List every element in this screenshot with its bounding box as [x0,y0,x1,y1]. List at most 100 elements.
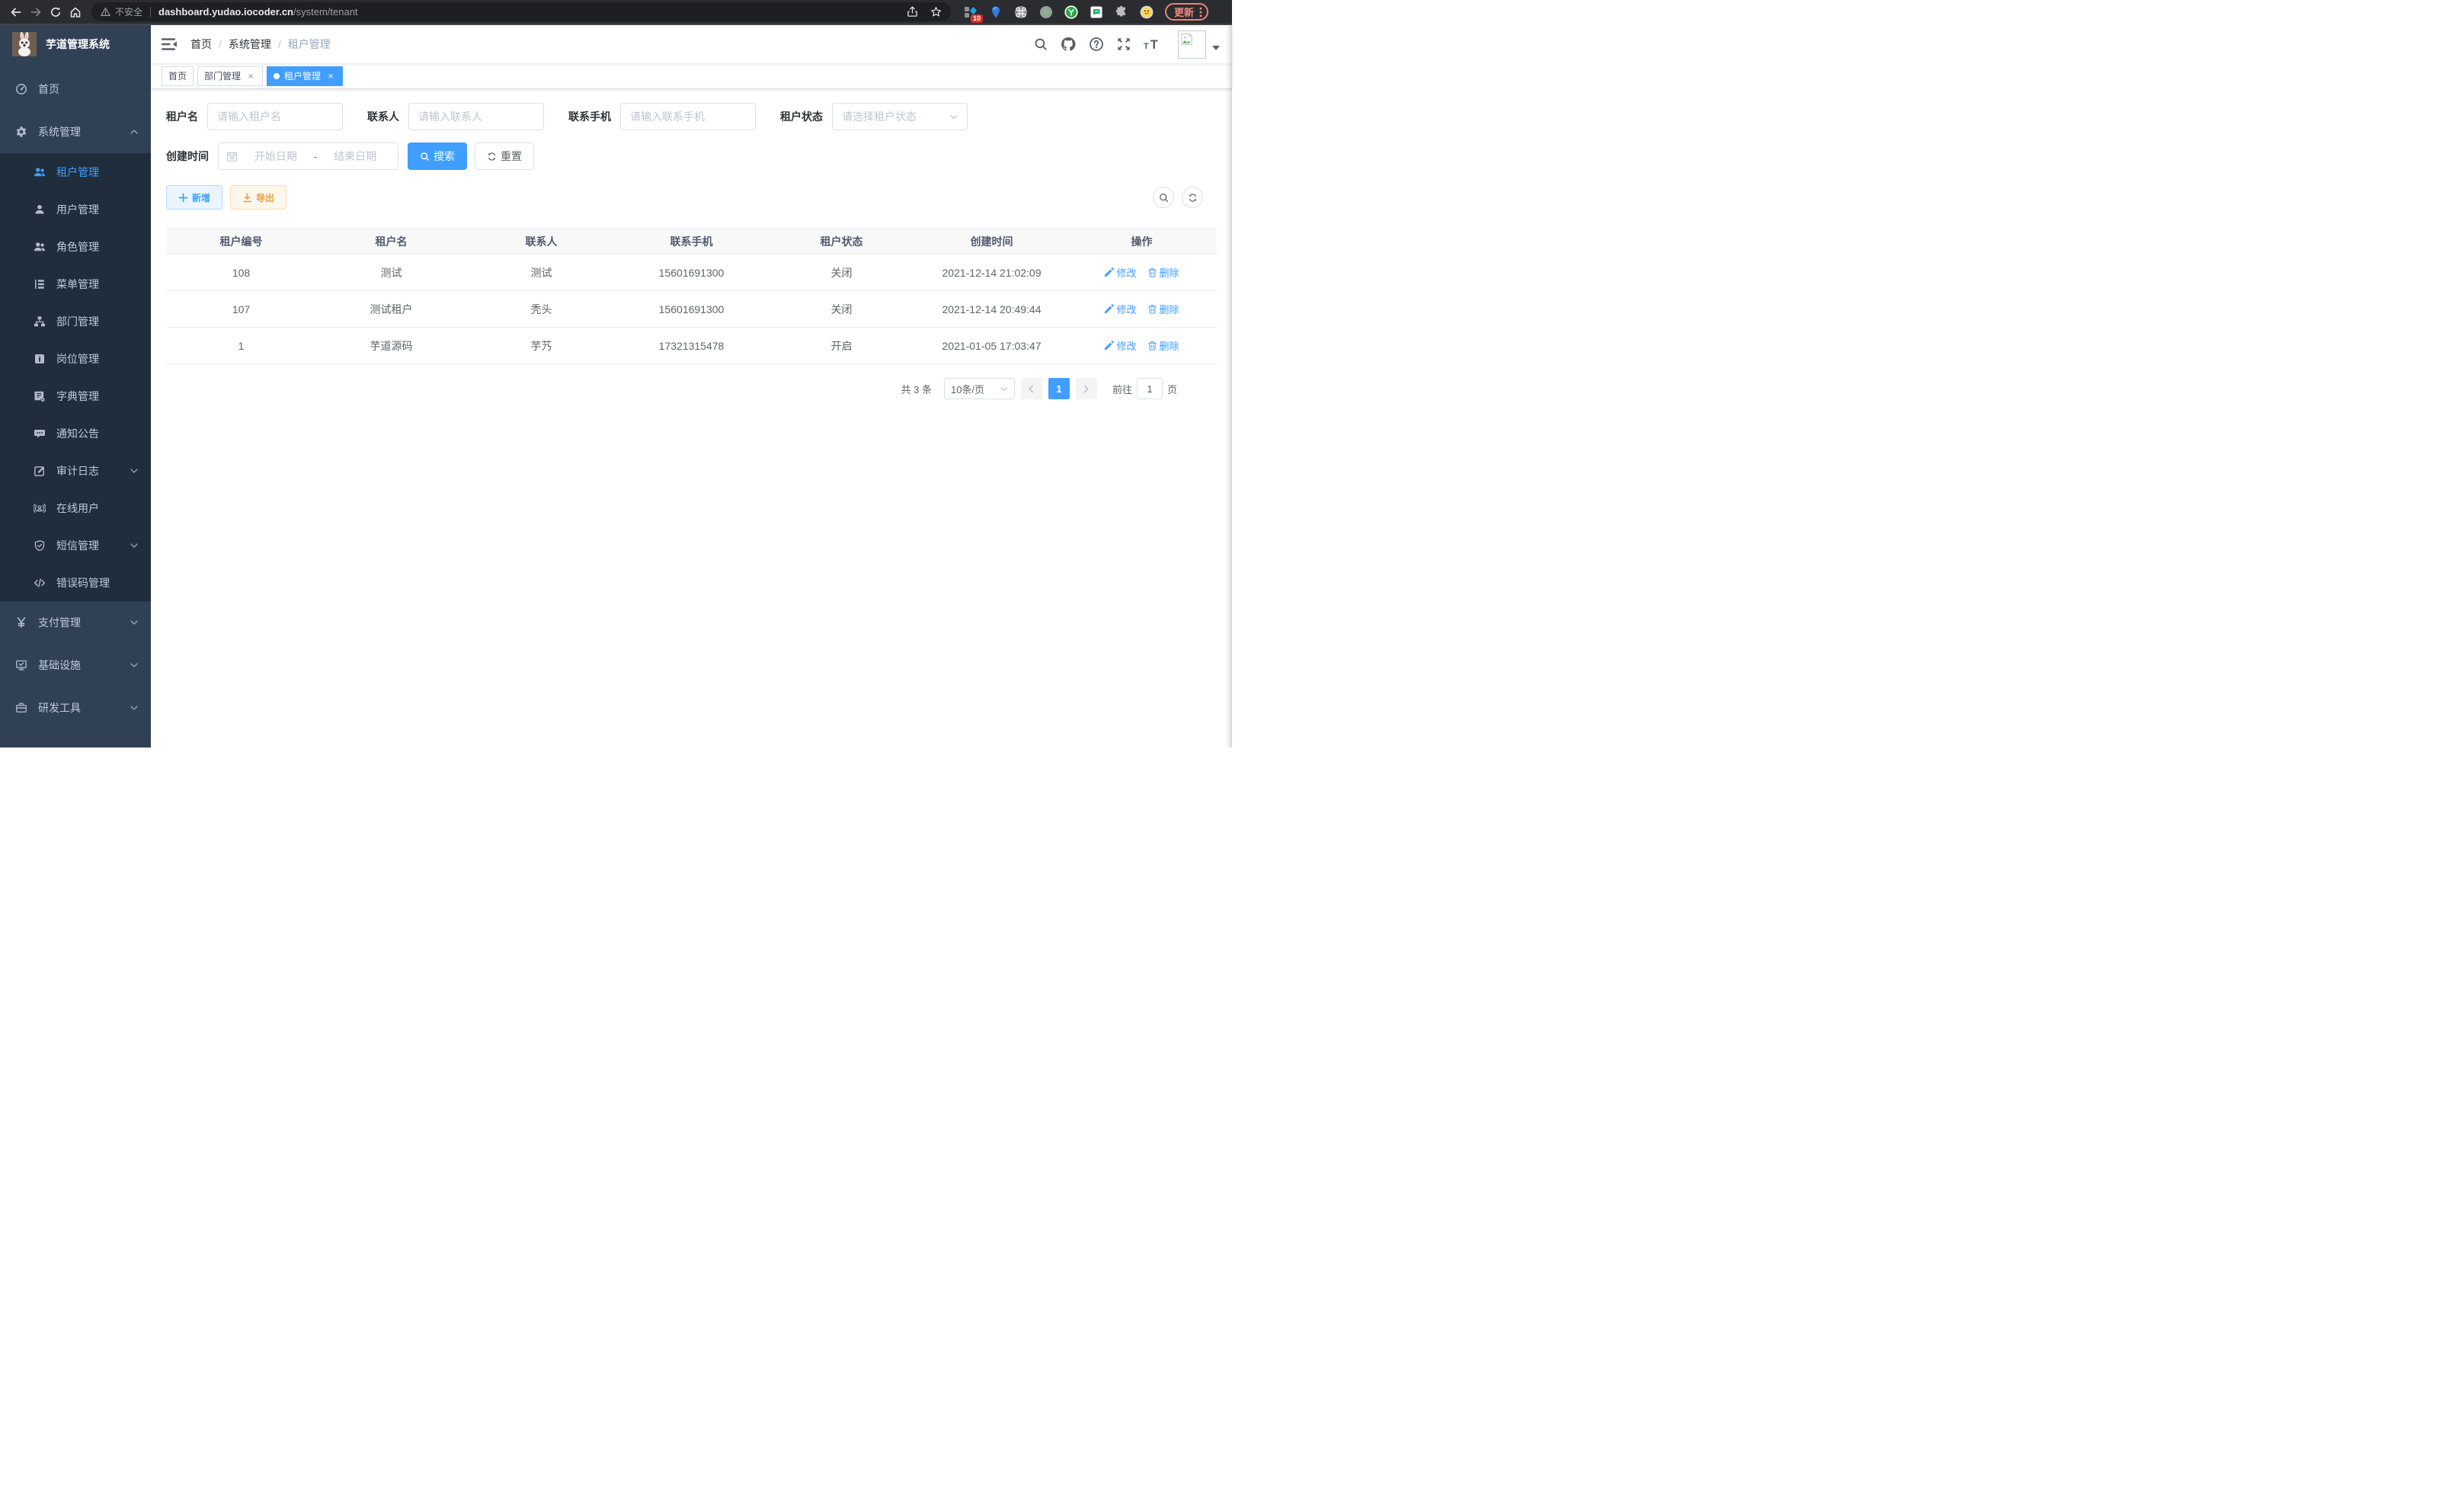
chat-extension-button[interactable] [1089,5,1104,20]
sidebar-item-支付管理[interactable]: 支付管理 [0,601,151,644]
page-url[interactable]: dashboard.yudao.iocoder.cn/system/tenant [158,6,358,18]
page-scrollbar[interactable] [1225,25,1232,748]
sidebar-collapse-hamburger-icon[interactable] [162,37,177,51]
sidebar-item-通知公告[interactable]: 通知公告 [0,415,151,452]
fullscreen-icon[interactable] [1117,37,1131,51]
tenant-name-label: 租户名 [166,109,198,124]
puzzle-extension-icon [1115,5,1128,19]
sidebar-item-label: 在线用户 [56,501,139,516]
sidebar-item-首页[interactable]: 首页 [0,68,151,110]
github-icon[interactable] [1061,37,1076,52]
sidebar-item-基础设施[interactable]: 基础设施 [0,644,151,687]
table-cell-actions: 修改删除 [1067,328,1217,364]
browser-forward-button[interactable] [26,2,46,22]
puzzle-extension-button[interactable] [1114,5,1129,20]
command-extension-button[interactable] [1013,5,1029,20]
forward-icon [30,6,42,18]
sidebar-item-研发工具[interactable]: 研发工具 [0,687,151,729]
table-row: 1芋道源码芋艿17321315478开启2021-01-05 17:03:47修… [166,328,1217,364]
chevron-down-icon [130,661,139,670]
sidebar-item-菜单管理[interactable]: 菜单管理 [0,265,151,303]
browser-reload-button[interactable] [46,2,66,22]
page-size-select[interactable]: 10条/页 [944,378,1015,399]
sidebar-item-短信管理[interactable]: 短信管理 [0,527,151,564]
chevron-down-icon [1000,385,1008,393]
add-button[interactable]: 新增 [166,185,222,210]
sidebar-item-用户管理[interactable]: 用户管理 [0,190,151,228]
edit-row-button[interactable]: 修改 [1104,265,1136,280]
tab-首页[interactable]: 首页 [162,66,194,86]
sidebar-item-岗位管理[interactable]: 岗位管理 [0,340,151,377]
contact-name-input[interactable] [418,110,534,123]
start-date-placeholder[interactable]: 开始日期 [241,149,311,164]
browser-back-button[interactable] [6,2,26,22]
tab-租户管理[interactable]: 租户管理× [267,66,343,86]
refresh-icon [1188,193,1198,203]
refresh-table-button[interactable] [1182,187,1203,208]
breadcrumb-home[interactable]: 首页 [190,37,212,52]
next-page-button[interactable] [1076,378,1097,399]
table-toolbar: 新增 导出 [166,185,1217,210]
address-bar[interactable]: 不安全 dashboard.yudao.iocoder.cn/system/te… [91,2,951,21]
end-date-placeholder[interactable]: 结束日期 [320,149,390,164]
breadcrumb-separator: / [278,38,281,50]
tenant-name-input[interactable] [217,110,333,123]
prev-page-button[interactable] [1021,378,1042,399]
record-extension-button[interactable] [1038,5,1054,20]
map-pin-extension-button[interactable] [988,5,1003,20]
page-unit-label: 页 [1167,382,1177,396]
sidebar-item-角色管理[interactable]: 角色管理 [0,228,151,265]
table-body: 108测试测试15601691300关闭2021-12-14 21:02:09修… [166,255,1217,364]
tab-部门管理[interactable]: 部门管理× [197,66,263,86]
tenant-status-select[interactable]: 请选择租户状态 [832,103,968,130]
sidebar-item-部门管理[interactable]: 部门管理 [0,303,151,340]
close-icon[interactable]: × [325,71,336,82]
goto-page-input[interactable] [1137,378,1163,399]
table-cell: 测试租户 [316,291,466,328]
sidebar-item-租户管理[interactable]: 租户管理 [0,153,151,190]
create-time-date-range-picker[interactable]: 开始日期 - 结束日期 [218,142,398,170]
font-size-icon[interactable]: TT [1144,37,1162,51]
browser-menu-dots-icon[interactable] [1199,7,1202,18]
home-icon [69,6,82,18]
sidebar-item-在线用户[interactable]: 在线用户 [0,489,151,527]
breadcrumb-system[interactable]: 系统管理 [229,37,271,52]
emoji-extension-button[interactable] [1139,5,1154,20]
share-icon[interactable] [907,6,918,18]
export-button[interactable]: 导出 [230,185,286,210]
browser-home-button[interactable] [66,2,85,22]
blue-diamond-extension-button[interactable]: 10 [963,5,978,20]
edit-row-button[interactable]: 修改 [1104,302,1136,316]
sidebar-item-系统管理[interactable]: 系统管理 [0,110,151,153]
y-logo-extension-button[interactable] [1064,5,1079,20]
search-icon[interactable] [1034,37,1048,51]
date-separator: - [314,151,317,162]
app-logo-row[interactable]: 芋道管理系统 [0,25,151,63]
search-button[interactable]: 搜索 [408,142,467,170]
contact-mobile-input[interactable] [630,110,746,123]
edit-row-button[interactable]: 修改 [1104,338,1136,353]
sidebar-item-字典管理[interactable]: 字典管理 [0,377,151,415]
sms-shield-icon [34,539,46,552]
user-avatar-dropdown[interactable] [1178,30,1220,59]
dept-org-icon [34,315,46,328]
browser-toolbar: 不安全 dashboard.yudao.iocoder.cn/system/te… [0,0,1232,24]
help-icon[interactable] [1089,37,1104,52]
close-icon[interactable]: × [245,71,256,82]
table-row: 107测试租户秃头15601691300关闭2021-12-14 20:49:4… [166,291,1217,328]
sidebar-item-错误码管理[interactable]: 错误码管理 [0,564,151,601]
bookmark-star-icon[interactable] [930,6,942,18]
delete-row-button[interactable]: 删除 [1147,338,1179,353]
page-number-1[interactable]: 1 [1048,378,1070,399]
browser-update-button[interactable]: 更新 [1165,3,1208,21]
delete-row-button[interactable]: 删除 [1147,302,1179,316]
error-code-icon [34,577,46,589]
reset-button[interactable]: 重置 [475,142,534,170]
delete-row-button[interactable]: 删除 [1147,265,1179,280]
security-label[interactable]: 不安全 [115,5,142,18]
post-badge-icon [34,353,46,365]
sidebar-item-审计日志[interactable]: 审计日志 [0,452,151,489]
chevron-up-icon [130,127,139,136]
avatar[interactable] [1178,30,1206,59]
show-search-toggle-button[interactable] [1153,187,1174,208]
